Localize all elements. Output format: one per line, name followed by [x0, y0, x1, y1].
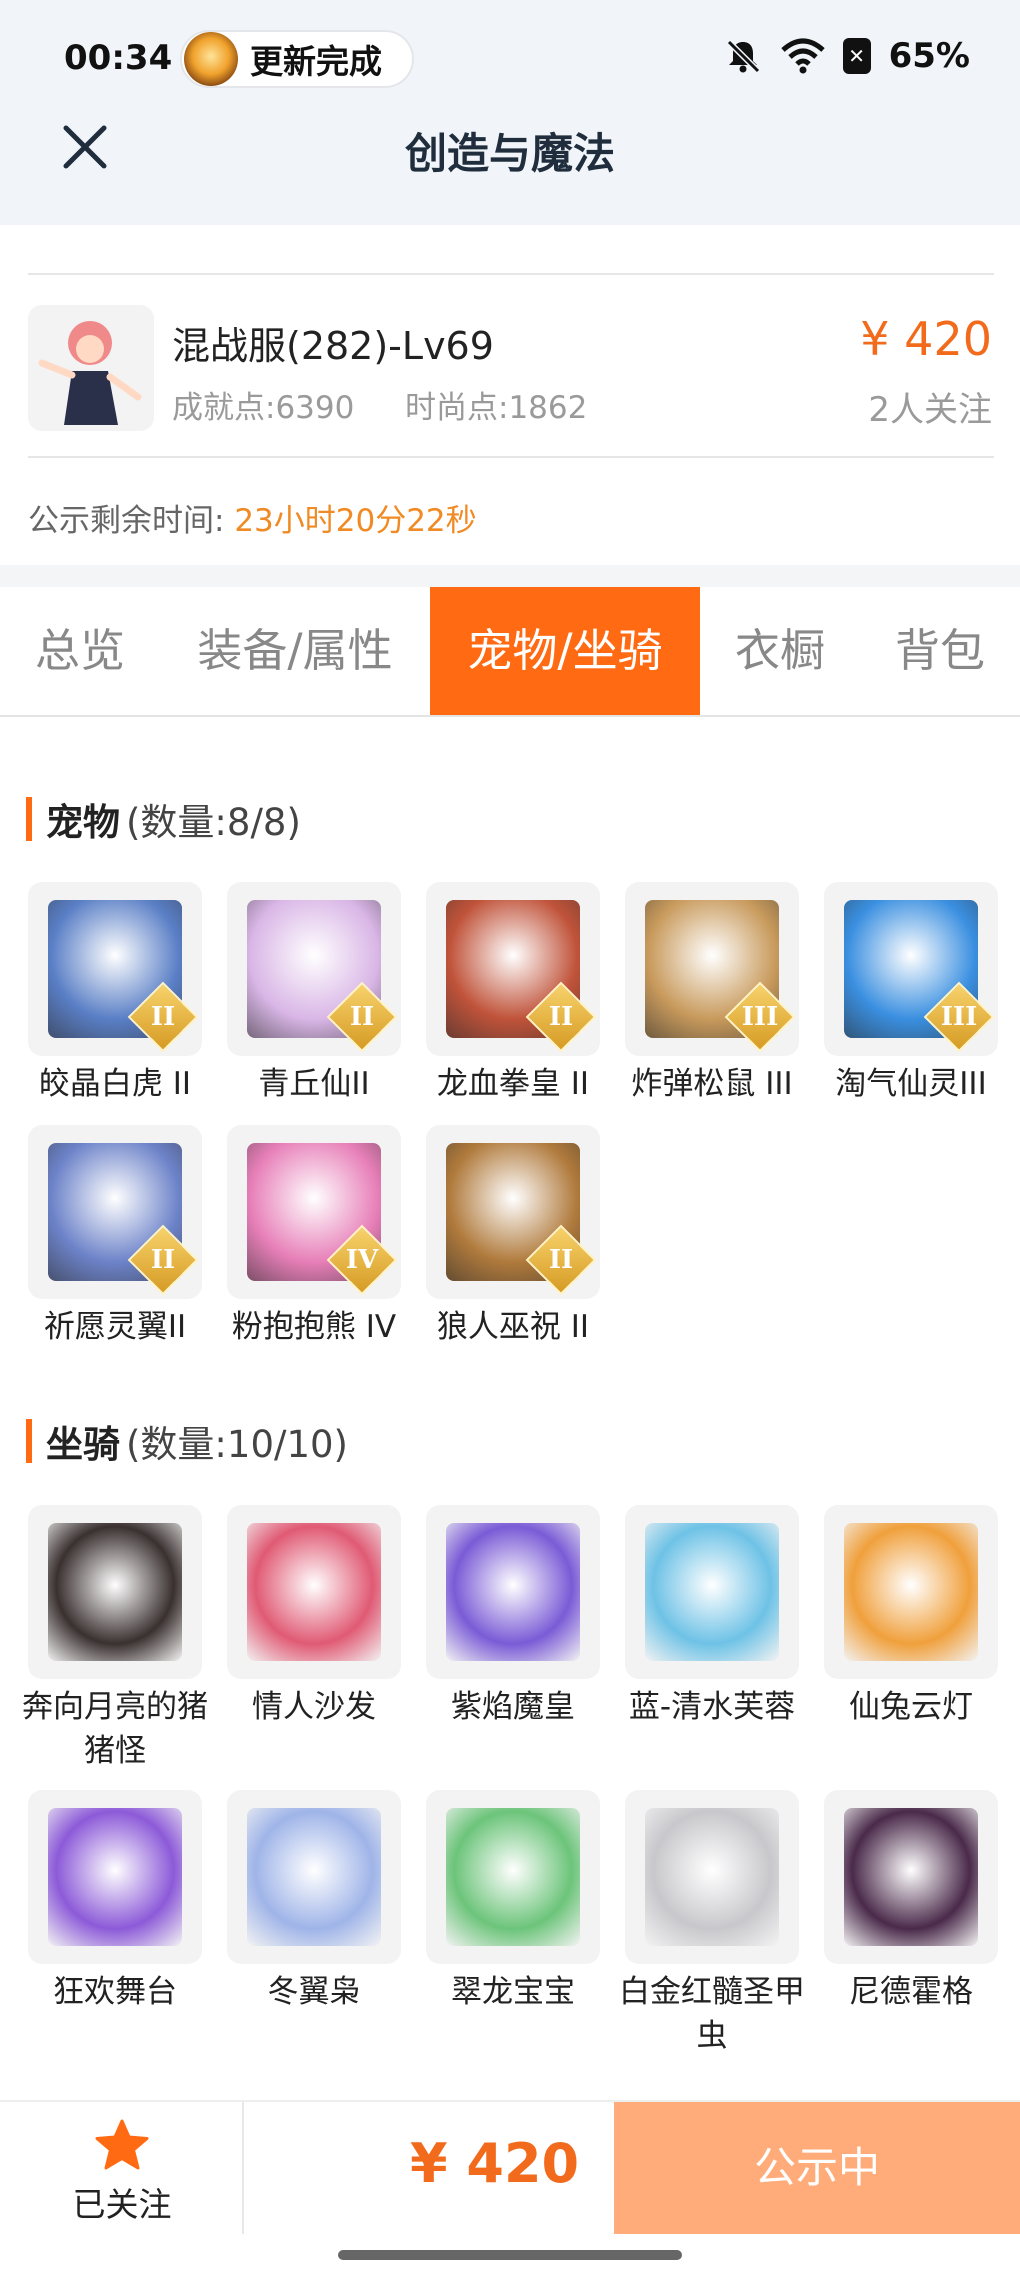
- character-avatar: [28, 305, 154, 431]
- pet-name: 皎晶白虎 II: [38, 1066, 192, 1102]
- mount-name: 白金红髓圣甲虫: [619, 1974, 805, 2054]
- account-name: 混战服(282)-Lv69: [172, 324, 494, 368]
- pet-item[interactable]: II 祈愿灵翼II: [28, 1125, 202, 1349]
- pet-item[interactable]: II 皎晶白虎 II: [28, 882, 202, 1106]
- mount-name: 奔向月亮的猪猪怪: [22, 1689, 208, 1769]
- mount-image: [247, 1808, 381, 1946]
- tab-overview[interactable]: 总览: [0, 587, 160, 715]
- mount-name: 尼德霍格: [849, 1974, 973, 2010]
- mount-item[interactable]: 仙兔云灯: [824, 1505, 998, 1729]
- pet-item[interactable]: II 青丘仙II: [227, 882, 401, 1106]
- mount-item[interactable]: 蓝-清水芙蓉: [625, 1505, 799, 1729]
- mounts-count: (数量:10/10): [126, 1423, 348, 1466]
- notification-label: 更新完成: [250, 42, 382, 81]
- mount-item[interactable]: 狂欢舞台: [28, 1790, 202, 2014]
- mount-image: [446, 1523, 580, 1661]
- mount-name: 情人沙发: [252, 1689, 376, 1725]
- mount-image: [645, 1808, 779, 1946]
- mount-item[interactable]: 尼德霍格: [824, 1790, 998, 2014]
- section-gap: [0, 565, 1020, 587]
- mount-name: 仙兔云灯: [849, 1689, 973, 1725]
- pet-name: 炸弹松鼠 III: [631, 1066, 793, 1102]
- mount-image: [645, 1523, 779, 1661]
- section-accent-bar: [26, 797, 32, 841]
- mount-name: 紫焰魔皇: [451, 1689, 575, 1725]
- system-icons: ✕ 65%: [723, 36, 970, 76]
- battery-icon: ✕: [842, 38, 871, 74]
- mount-image: [844, 1523, 978, 1661]
- mount-item[interactable]: 紫焰魔皇: [426, 1505, 600, 1729]
- tab-wardrobe[interactable]: 衣橱: [700, 587, 860, 715]
- pet-name: 龙血拳皇 II: [436, 1066, 590, 1102]
- achievement-points: 成就点:6390: [172, 390, 355, 426]
- mount-image: [48, 1808, 182, 1946]
- mount-item[interactable]: 奔向月亮的猪猪怪: [22, 1505, 208, 1773]
- mount-image: [844, 1808, 978, 1946]
- pet-name: 祈愿灵翼II: [43, 1309, 187, 1345]
- status-time: 00:34: [64, 38, 173, 78]
- pet-name: 淘气仙灵III: [835, 1066, 987, 1102]
- mount-item[interactable]: 翠龙宝宝: [426, 1790, 600, 2014]
- pet-item[interactable]: IV 粉抱抱熊 IV: [227, 1125, 401, 1349]
- follower-count: 2人关注: [868, 390, 992, 430]
- home-indicator[interactable]: [338, 2250, 682, 2260]
- mount-name: 翠龙宝宝: [451, 1974, 575, 2010]
- mute-bell-icon: [726, 39, 760, 74]
- mount-image: [48, 1523, 182, 1661]
- mounts-title: 坐骑: [46, 1423, 120, 1466]
- remaining-time: 公示剩余时间: 23小时20分22秒: [28, 495, 477, 540]
- tab-pets-mounts[interactable]: 宠物/坐骑: [430, 587, 700, 715]
- pets-count: (数量:8/8): [126, 801, 301, 844]
- game-avatar-icon: [184, 32, 238, 86]
- remaining-time-value: 23小时20分22秒: [234, 503, 477, 539]
- bottom-price: ¥ 420: [410, 2132, 580, 2195]
- account-price: ¥ 420: [860, 312, 992, 366]
- divider: [28, 273, 994, 275]
- fashion-points: 时尚点:1862: [405, 390, 588, 426]
- pet-item[interactable]: II 龙血拳皇 II: [426, 882, 600, 1106]
- divider: [28, 456, 994, 458]
- mount-name: 蓝-清水芙蓉: [628, 1689, 796, 1725]
- mount-item[interactable]: 冬翼枭: [227, 1790, 401, 2014]
- mount-item[interactable]: 情人沙发: [227, 1505, 401, 1729]
- mount-item[interactable]: 白金红髓圣甲虫: [619, 1790, 805, 2058]
- mounts-section-header: 坐骑 (数量:10/10): [26, 1414, 348, 1468]
- mount-image: [247, 1523, 381, 1661]
- tab-equipment[interactable]: 装备/属性: [160, 587, 430, 715]
- follow-label: 已关注: [72, 2185, 172, 2224]
- tab-bar: 总览 装备/属性 宠物/坐骑 衣橱 背包: [0, 587, 1020, 717]
- pet-item[interactable]: III 淘气仙灵III: [824, 882, 998, 1106]
- mount-name: 冬翼枭: [267, 1974, 361, 2010]
- section-accent-bar: [26, 1419, 32, 1463]
- mount-name: 狂欢舞台: [53, 1974, 177, 2010]
- star-icon: [95, 2119, 149, 2170]
- remaining-time-label: 公示剩余时间:: [28, 503, 225, 539]
- follow-button[interactable]: 已关注: [0, 2102, 244, 2234]
- pets-section-header: 宠物 (数量:8/8): [26, 792, 301, 846]
- wifi-icon: [780, 38, 825, 74]
- pet-name: 青丘仙II: [258, 1066, 370, 1102]
- pet-name: 粉抱抱熊 IV: [231, 1309, 397, 1345]
- page-title: 创造与魔法: [404, 129, 615, 178]
- mount-image: [446, 1808, 580, 1946]
- battery-percent: 65%: [888, 36, 970, 76]
- pet-name: 狼人巫祝 II: [436, 1309, 590, 1345]
- pets-title: 宠物: [46, 801, 120, 844]
- tab-backpack[interactable]: 背包: [860, 587, 1020, 715]
- publicity-status-button[interactable]: 公示中: [614, 2102, 1020, 2234]
- update-notification-pill[interactable]: 更新完成: [180, 30, 414, 88]
- pet-item[interactable]: III 炸弹松鼠 III: [625, 882, 799, 1106]
- pet-item[interactable]: II 狼人巫祝 II: [426, 1125, 600, 1349]
- top-bar: 00:34 更新完成 ✕ 65% 创造与魔法: [0, 0, 1020, 225]
